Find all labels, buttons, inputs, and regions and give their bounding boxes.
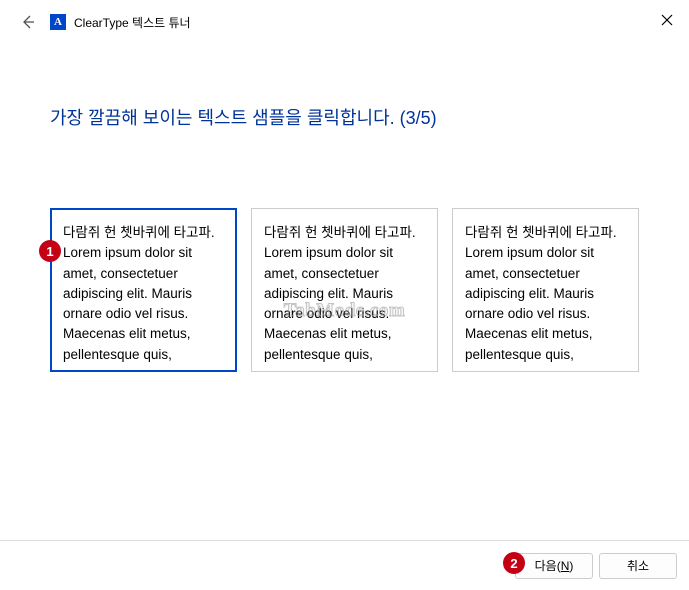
footer: 다음(N) 취소 bbox=[0, 540, 689, 590]
sample-text: 다람쥐 헌 쳇바퀴에 타고파. Lorem ipsum dolor sit am… bbox=[63, 225, 215, 362]
sample-text: 다람쥐 헌 쳇바퀴에 타고파. Lorem ipsum dolor sit am… bbox=[465, 225, 617, 362]
sample-card-1[interactable]: 다람쥐 헌 쳇바퀴에 타고파. Lorem ipsum dolor sit am… bbox=[50, 208, 237, 372]
annotation-badge-2: 2 bbox=[503, 552, 525, 574]
app-title: ClearType 텍스트 튜너 bbox=[74, 14, 191, 31]
sample-card-2[interactable]: 다람쥐 헌 쳇바퀴에 타고파. Lorem ipsum dolor sit am… bbox=[251, 208, 438, 372]
annotation-badge-1: 1 bbox=[39, 240, 61, 262]
arrow-left-icon bbox=[20, 14, 36, 30]
close-icon bbox=[661, 14, 673, 26]
content-area: 가장 깔끔해 보이는 텍스트 샘플을 클릭합니다. (3/5) 다람쥐 헌 쳇바… bbox=[0, 44, 689, 372]
page-heading: 가장 깔끔해 보이는 텍스트 샘플을 클릭합니다. (3/5) bbox=[50, 104, 639, 130]
sample-container: 다람쥐 헌 쳇바퀴에 타고파. Lorem ipsum dolor sit am… bbox=[50, 208, 639, 372]
close-button[interactable] bbox=[653, 6, 681, 34]
app-icon: A bbox=[50, 14, 66, 30]
next-button[interactable]: 다음(N) bbox=[515, 553, 593, 579]
next-button-label: 다음(N) bbox=[535, 559, 574, 573]
sample-card-3[interactable]: 다람쥐 헌 쳇바퀴에 타고파. Lorem ipsum dolor sit am… bbox=[452, 208, 639, 372]
titlebar: A ClearType 텍스트 튜너 bbox=[0, 0, 689, 44]
sample-text: 다람쥐 헌 쳇바퀴에 타고파. Lorem ipsum dolor sit am… bbox=[264, 225, 416, 362]
back-button[interactable] bbox=[16, 10, 40, 34]
cancel-button[interactable]: 취소 bbox=[599, 553, 677, 579]
